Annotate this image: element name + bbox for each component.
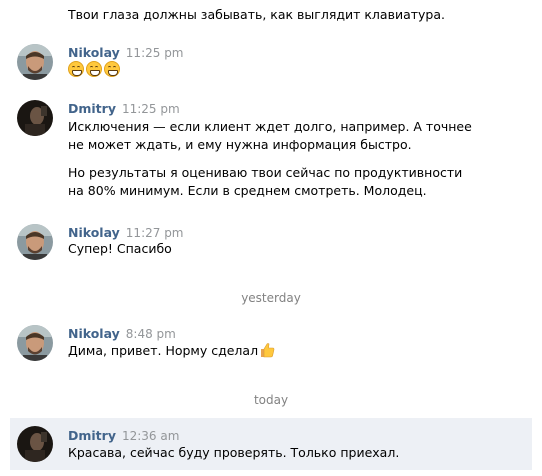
grimacing-face-icon	[68, 61, 84, 77]
message-text: Супер! Спасибо	[68, 241, 172, 256]
author-name[interactable]: Dmitry 11:25 pm	[68, 101, 180, 116]
message-time: 12:36 am	[121, 429, 180, 443]
author-name[interactable]: Nikolay 11:27 pm	[68, 225, 184, 240]
grimacing-face-icon	[104, 61, 120, 77]
avatar-dmitry[interactable]	[17, 100, 53, 136]
thumbs-up-icon	[259, 342, 275, 358]
message-time: 11:25 pm	[121, 102, 180, 116]
message-paragraph: Исключения — если клиент ждет долго, нап…	[68, 119, 472, 152]
message-text: Исключения — если клиент ждет долго, нап…	[68, 118, 478, 200]
message-paragraph: Но результаты я оцениваю твои сейчас по …	[68, 165, 463, 198]
author-name[interactable]: Nikolay 11:25 pm	[68, 45, 184, 60]
date-divider: yesterday	[241, 291, 301, 305]
message-text: Красава, сейчас буду проверять. Только п…	[68, 445, 400, 460]
avatar-dmitry[interactable]	[17, 426, 53, 462]
avatar-nikolay[interactable]	[17, 44, 53, 80]
message-text: Дима, привет. Норму сделал	[68, 342, 508, 360]
date-divider: today	[253, 393, 289, 407]
message-time: 11:25 pm	[125, 46, 184, 60]
message-item: Nikolay 11:25 pm	[0, 44, 542, 84]
message-text-body: Дима, привет. Норму сделал	[68, 343, 259, 358]
chat-history: Твои глаза должны забывать, как выглядит…	[0, 0, 542, 476]
message-time: 11:27 pm	[125, 226, 184, 240]
author-name[interactable]: Dmitry 12:36 am	[68, 428, 179, 443]
avatar-nikolay[interactable]	[17, 224, 53, 260]
message-item: Dmitry 11:25 pm Исключения — если клиент …	[0, 100, 542, 204]
author-name[interactable]: Nikolay 8:48 pm	[68, 326, 176, 341]
grimacing-face-icon	[86, 61, 102, 77]
message-item-highlighted: Dmitry 12:36 am Красава, сейчас буду пров…	[10, 418, 532, 470]
message-text: Твои глаза должны забывать, как выглядит…	[68, 7, 445, 22]
message-item: Nikolay 8:48 pm Дима, привет. Норму сдела…	[0, 325, 542, 365]
message-item: Nikolay 11:27 pm Супер! Спасибо	[0, 224, 542, 264]
message-time: 8:48 pm	[125, 327, 176, 341]
message-emoji-row	[68, 61, 508, 79]
avatar-nikolay[interactable]	[17, 325, 53, 361]
